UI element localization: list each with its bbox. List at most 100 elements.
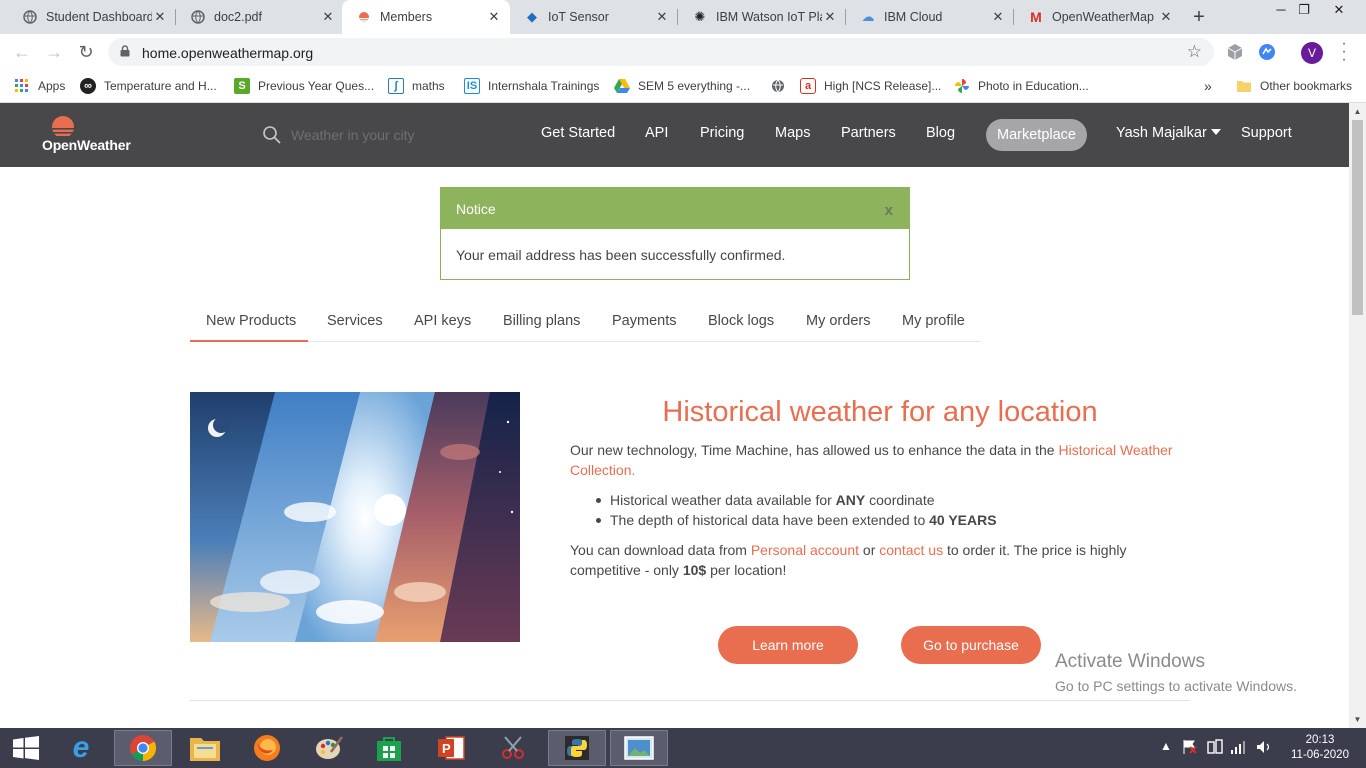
address-bar[interactable]: home.openweathermap.org ☆ (108, 38, 1214, 66)
nav-partners[interactable]: Partners (841, 125, 896, 141)
account-tabs: New Products Services API keys Billing p… (190, 299, 981, 342)
url-text: home.openweathermap.org (142, 45, 314, 61)
taskbar-file-explorer[interactable] (176, 730, 234, 766)
bookmark-item[interactable]: a High [NCS Release]... (800, 77, 941, 95)
bookmark-item[interactable]: IS Internshala Trainings (464, 77, 599, 95)
firefox-icon (254, 735, 280, 761)
tab-my-orders[interactable]: My orders (806, 313, 870, 329)
caret-down-icon (1210, 129, 1221, 135)
openweather-logo[interactable]: OpenWeather (42, 115, 142, 159)
page-scrollbar[interactable]: ▲ ▼ (1349, 103, 1366, 728)
reload-icon[interactable]: ↻ (74, 40, 98, 64)
bookmark-item[interactable]: ∞ Temperature and H... (80, 77, 217, 95)
back-arrow-icon[interactable]: ← (10, 40, 34, 64)
city-search-input[interactable] (291, 123, 521, 147)
nav-support[interactable]: Support (1241, 125, 1292, 141)
extension-icon[interactable] (1257, 42, 1277, 62)
bullet-text: coordinate (865, 492, 935, 508)
tab-payments[interactable]: Payments (612, 313, 676, 329)
go-to-purchase-button[interactable]: Go to purchase (901, 626, 1041, 664)
nav-api[interactable]: API (645, 125, 668, 141)
bookmark-apps[interactable]: Apps (14, 77, 65, 95)
new-tab-button[interactable]: + (1188, 6, 1210, 28)
bookmark-item[interactable]: SEM 5 everything -... (614, 77, 750, 95)
forward-arrow-icon[interactable]: → (42, 40, 66, 64)
profile-avatar[interactable]: V (1301, 42, 1323, 64)
pricing-text: You can download data from (570, 542, 751, 558)
browser-tab[interactable]: doc2.pdf ✕ (176, 0, 344, 34)
pricing-text: or (859, 542, 880, 558)
user-name: Yash Majalkar (1116, 125, 1207, 141)
close-icon[interactable]: ✕ (320, 9, 336, 25)
photo-viewer-icon (624, 736, 654, 760)
tab-new-products[interactable]: New Products (206, 313, 296, 329)
bookmark-item[interactable] (770, 77, 794, 95)
taskbar-python[interactable] (548, 730, 606, 766)
cloud-icon: ☁ (861, 9, 875, 24)
bookmark-item[interactable]: Photo in Education... (954, 77, 1089, 95)
scissors-icon (502, 736, 524, 759)
nav-marketplace[interactable]: Marketplace (986, 119, 1087, 151)
start-button[interactable] (0, 730, 52, 766)
notice-close-button[interactable]: x (885, 202, 893, 219)
store-bag-icon (377, 737, 401, 761)
nav-get-started[interactable]: Get Started (541, 125, 615, 141)
scrollbar-thumb[interactable] (1352, 120, 1363, 315)
nav-pricing[interactable]: Pricing (700, 125, 744, 141)
window-close-button[interactable]: ✕ (1322, 0, 1356, 22)
taskbar-chrome[interactable] (114, 730, 172, 766)
close-icon[interactable]: ✕ (990, 9, 1006, 25)
browser-tab[interactable]: Student Dashboard ✕ (8, 0, 176, 34)
kebab-menu-icon[interactable]: · · · (1338, 36, 1350, 68)
nav-blog[interactable]: Blog (926, 125, 955, 141)
taskbar-snipping-tool[interactable] (484, 730, 542, 766)
contact-us-link[interactable]: contact us (879, 542, 943, 558)
taskbar-firefox[interactable] (238, 730, 296, 766)
close-icon[interactable]: ✕ (486, 9, 502, 25)
system-clock[interactable]: 20:13 11-06-2020 (1290, 733, 1350, 763)
extension-cube-icon[interactable] (1225, 42, 1245, 62)
taskbar-powerpoint[interactable]: P (422, 730, 480, 766)
restore-button[interactable]: ❐ (1287, 0, 1321, 22)
tab-my-profile[interactable]: My profile (902, 313, 965, 329)
section-divider (190, 700, 1190, 701)
learn-more-button[interactable]: Learn more (718, 626, 858, 664)
action-center-flag-icon[interactable] (1182, 739, 1198, 757)
tab-billing-plans[interactable]: Billing plans (503, 313, 580, 329)
tab-api-keys[interactable]: API keys (414, 313, 471, 329)
nav-maps[interactable]: Maps (775, 125, 810, 141)
notice-message: Your email address has been successfully… (456, 247, 786, 263)
close-icon[interactable]: ✕ (1158, 9, 1174, 25)
chrome-icon (130, 734, 157, 762)
iot-icon: ◆ (527, 9, 537, 24)
taskbar-photos[interactable] (610, 730, 668, 766)
other-bookmarks-folder[interactable]: Other bookmarks (1236, 77, 1352, 95)
browser-tab[interactable]: ✺ IBM Watson IoT Pla ✕ (678, 0, 846, 34)
browser-tab[interactable]: ◆ IoT Sensor ✕ (510, 0, 678, 34)
network-signal-icon[interactable] (1230, 739, 1246, 757)
scroll-up-arrow-icon[interactable]: ▲ (1349, 103, 1366, 120)
taskbar-internet-explorer[interactable]: e (52, 730, 110, 766)
device-icon[interactable] (1207, 739, 1223, 757)
tab-services[interactable]: Services (327, 313, 383, 329)
browser-tab[interactable]: ☁ IBM Cloud ✕ (846, 0, 1014, 34)
show-hidden-icons-arrow-icon[interactable]: ▲ (1160, 739, 1172, 757)
bookmark-star-icon[interactable]: ☆ (1187, 42, 1202, 62)
internet-explorer-icon: e (72, 731, 90, 764)
taskbar-store[interactable] (360, 730, 418, 766)
browser-tab-active[interactable]: Members ✕ (342, 0, 510, 34)
more-bookmarks-button[interactable]: » (1204, 77, 1212, 95)
scroll-down-arrow-icon[interactable]: ▼ (1349, 711, 1366, 728)
bookmark-item[interactable]: ʃ maths (388, 77, 445, 95)
close-icon[interactable]: ✕ (822, 9, 838, 25)
browser-tab[interactable]: M OpenWeatherMap ✕ (1014, 0, 1182, 34)
volume-icon[interactable] (1256, 739, 1272, 757)
tab-label: Members (380, 10, 433, 24)
bookmark-item[interactable]: S Previous Year Ques... (234, 77, 374, 95)
personal-account-link[interactable]: Personal account (751, 542, 859, 558)
nav-user-menu[interactable]: Yash Majalkar (1116, 125, 1221, 141)
taskbar-paint[interactable] (300, 730, 358, 766)
close-icon[interactable]: ✕ (152, 9, 168, 25)
tab-block-logs[interactable]: Block logs (708, 313, 774, 329)
close-icon[interactable]: ✕ (654, 9, 670, 25)
